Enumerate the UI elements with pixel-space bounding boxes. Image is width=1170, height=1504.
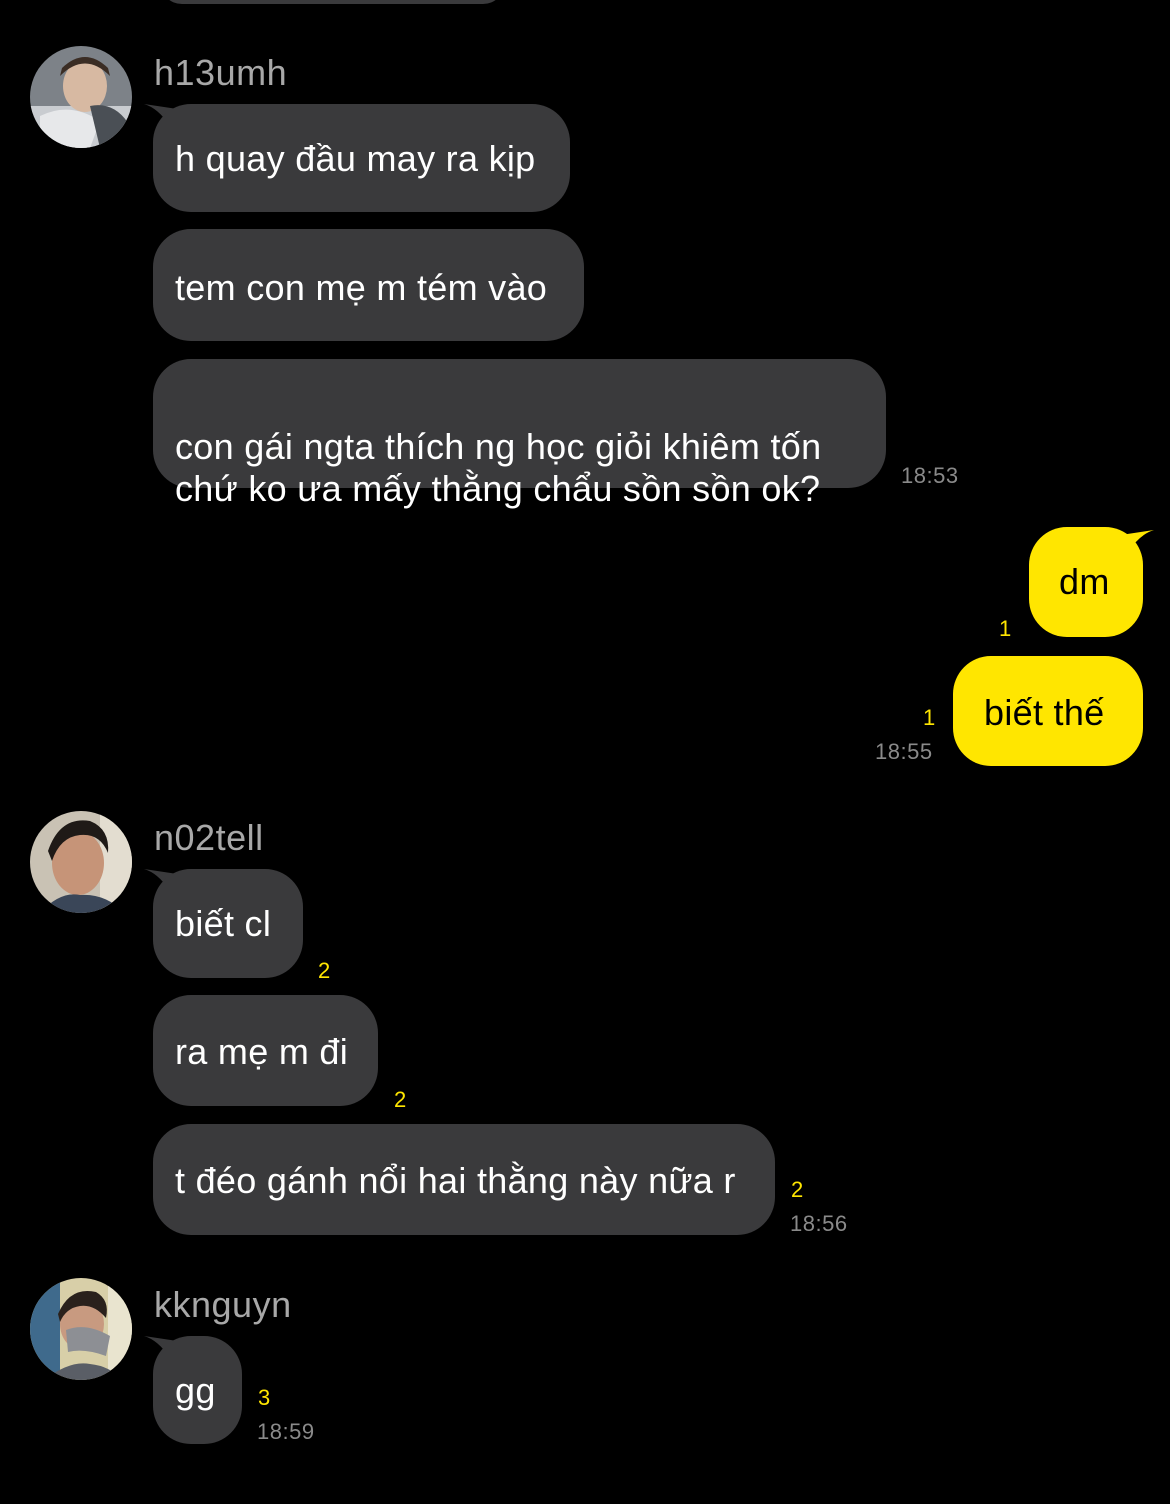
message-text: con gái ngta thích ng học giỏi khiêm tốn… [175,426,822,509]
message-timestamp: 18:59 [257,1419,315,1444]
message-text: biết thế [984,692,1105,733]
message-text: dm [1059,561,1110,602]
avatar-h13umh[interactable] [30,46,132,148]
unread-count: 1 [923,705,936,730]
message-bubble[interactable]: h quay đầu may ra kịp [153,104,570,212]
user-avatar-icon [30,46,132,148]
message-bubble[interactable]: biết cl [153,869,303,978]
message-bubble[interactable]: t đéo gánh nổi hai thằng này nữa r [153,1124,775,1235]
sender-name: h13umh [154,52,288,93]
user-avatar-icon [30,811,132,913]
unread-count: 1 [999,616,1012,641]
message-bubble[interactable]: con gái ngta thích ng học giỏi khiêm tốn… [153,359,886,509]
my-message-bubble[interactable]: biết thế [953,656,1143,766]
user-avatar-icon [30,1278,132,1380]
message-text: biết cl [175,903,272,944]
message-bubble[interactable]: tem con mẹ m tém vào [153,229,584,341]
unread-count: 2 [394,1087,407,1112]
my-message-bubble[interactable]: dm [1029,527,1143,637]
message-timestamp: 18:55 [875,739,933,764]
previous-message-bubble[interactable] [160,0,505,4]
sender-name: kknguyn [154,1284,292,1325]
message-timestamp: 18:56 [790,1211,848,1236]
sender-name: n02tell [154,817,264,858]
avatar-kknguyn[interactable] [30,1278,132,1380]
message-text: ra mẹ m đi [175,1031,349,1072]
unread-count: 2 [318,958,331,983]
message-text: gg [175,1370,216,1411]
message-text: t đéo gánh nổi hai thằng này nữa r [175,1160,736,1201]
message-text: tem con mẹ m tém vào [175,267,548,308]
message-text: h quay đầu may ra kịp [175,138,536,179]
message-bubble[interactable]: gg [153,1336,242,1444]
message-bubble[interactable]: ra mẹ m đi [153,995,378,1106]
unread-count: 2 [791,1177,804,1202]
unread-count: 3 [258,1385,271,1410]
message-timestamp: 18:53 [901,463,959,488]
avatar-n02tell[interactable] [30,811,132,913]
